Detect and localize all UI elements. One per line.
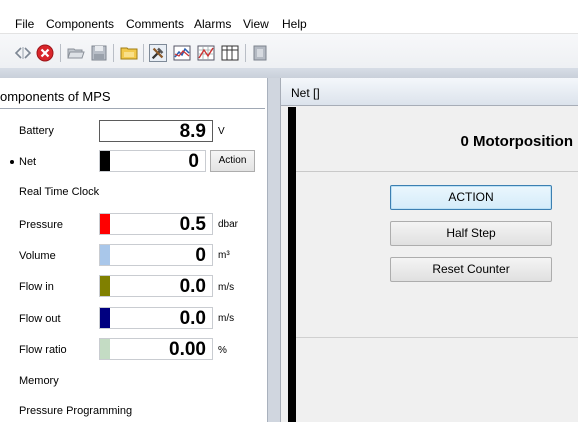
panel-gap bbox=[268, 78, 280, 422]
flow-out-unit: m/s bbox=[218, 313, 235, 324]
toolbar-separator bbox=[143, 44, 144, 62]
memory-label[interactable]: Memory bbox=[19, 375, 59, 388]
real-time-clock-label[interactable]: Real Time Clock bbox=[19, 186, 99, 199]
volume-value-field: 0 bbox=[99, 244, 213, 266]
action-button[interactable]: ACTION bbox=[390, 185, 552, 210]
chart-icon[interactable] bbox=[173, 44, 191, 62]
half-step-button[interactable]: Half Step bbox=[390, 221, 552, 246]
pressure-label: Pressure bbox=[19, 219, 64, 231]
menu-comments[interactable]: Comments bbox=[126, 17, 184, 31]
pressure-value-field: 0.5 bbox=[99, 213, 213, 235]
net-content: 0 Motorposition ACTION Half Step Reset C… bbox=[296, 107, 578, 422]
net-bullet bbox=[10, 160, 14, 164]
battery-unit: V bbox=[218, 126, 225, 137]
content-divider bbox=[296, 337, 578, 338]
pressure-color-swatch bbox=[100, 214, 110, 234]
flow-ratio-value: 0.00 bbox=[169, 339, 206, 360]
pressure-unit: dbar bbox=[218, 219, 239, 230]
menu-file[interactable]: File bbox=[15, 17, 34, 31]
toolbar-separator bbox=[113, 44, 114, 62]
toolbar-separator bbox=[245, 44, 246, 62]
flow-ratio-unit: % bbox=[218, 345, 227, 356]
grid-chart-icon[interactable] bbox=[197, 44, 215, 62]
toolbar-separator bbox=[60, 44, 61, 62]
flow-ratio-label: Flow ratio bbox=[19, 344, 67, 356]
pressure-value: 0.5 bbox=[179, 214, 206, 235]
net-panel-header: Net [] bbox=[281, 78, 578, 106]
menu-alarms[interactable]: Alarms bbox=[194, 17, 231, 31]
menu-components[interactable]: Components bbox=[46, 17, 114, 31]
table-icon[interactable] bbox=[221, 44, 239, 62]
net-label: Net bbox=[19, 156, 37, 168]
folder-icon[interactable] bbox=[120, 44, 138, 62]
volume-color-swatch bbox=[100, 245, 110, 265]
flow-in-value: 0.0 bbox=[179, 276, 206, 297]
pressure-programming-label[interactable]: Pressure Programming bbox=[19, 405, 132, 418]
tools-icon[interactable] bbox=[149, 44, 167, 62]
menu-help[interactable]: Help bbox=[282, 17, 307, 31]
battery-value: 8.9 bbox=[179, 121, 206, 142]
reset-counter-button[interactable]: Reset Counter bbox=[390, 257, 552, 282]
flow-in-value-field: 0.0 bbox=[99, 275, 213, 297]
flow-ratio-value-field: 0.00 bbox=[99, 338, 213, 360]
window-strip bbox=[0, 68, 578, 78]
flow-in-color-swatch bbox=[100, 276, 110, 296]
open-folder-icon[interactable] bbox=[67, 44, 85, 62]
net-value: 0 bbox=[188, 151, 199, 172]
menu-view[interactable]: View bbox=[243, 17, 269, 31]
volume-unit: m³ bbox=[218, 250, 230, 261]
menu-bar: File Components Comments Alarms View Hel… bbox=[0, 0, 578, 34]
battery-label: Battery bbox=[19, 125, 54, 137]
stop-icon[interactable] bbox=[36, 44, 54, 62]
panel-divider bbox=[0, 108, 265, 109]
net-action-button[interactable]: Action bbox=[210, 150, 255, 172]
net-panel-title: Net [] bbox=[291, 86, 320, 100]
flow-out-value-field: 0.0 bbox=[99, 307, 213, 329]
net-panel: Net [] 0 Motorposition ACTION Half Step … bbox=[280, 78, 578, 422]
volume-label: Volume bbox=[19, 250, 56, 262]
toolbar bbox=[0, 34, 578, 68]
net-value-field: 0 bbox=[99, 150, 206, 172]
save-icon[interactable] bbox=[90, 44, 108, 62]
flow-out-label: Flow out bbox=[19, 313, 61, 325]
info-icon[interactable] bbox=[251, 44, 269, 62]
components-panel: omponents of MPS Battery 8.9 V Net 0 Act… bbox=[0, 78, 268, 422]
panel-title: omponents of MPS bbox=[0, 89, 111, 104]
battery-value-field: 8.9 bbox=[99, 120, 213, 142]
motor-position-text: 0 Motorposition bbox=[460, 133, 574, 150]
net-color-swatch bbox=[100, 151, 110, 171]
volume-value: 0 bbox=[195, 245, 206, 266]
flow-out-color-swatch bbox=[100, 308, 110, 328]
flow-out-value: 0.0 bbox=[179, 308, 206, 329]
arrows-icon[interactable] bbox=[14, 44, 32, 62]
net-indicator-bar bbox=[288, 107, 296, 422]
flow-in-unit: m/s bbox=[218, 282, 235, 293]
flow-in-label: Flow in bbox=[19, 281, 54, 293]
flow-ratio-color-swatch bbox=[100, 339, 110, 359]
motor-position-area: 0 Motorposition bbox=[296, 107, 578, 172]
